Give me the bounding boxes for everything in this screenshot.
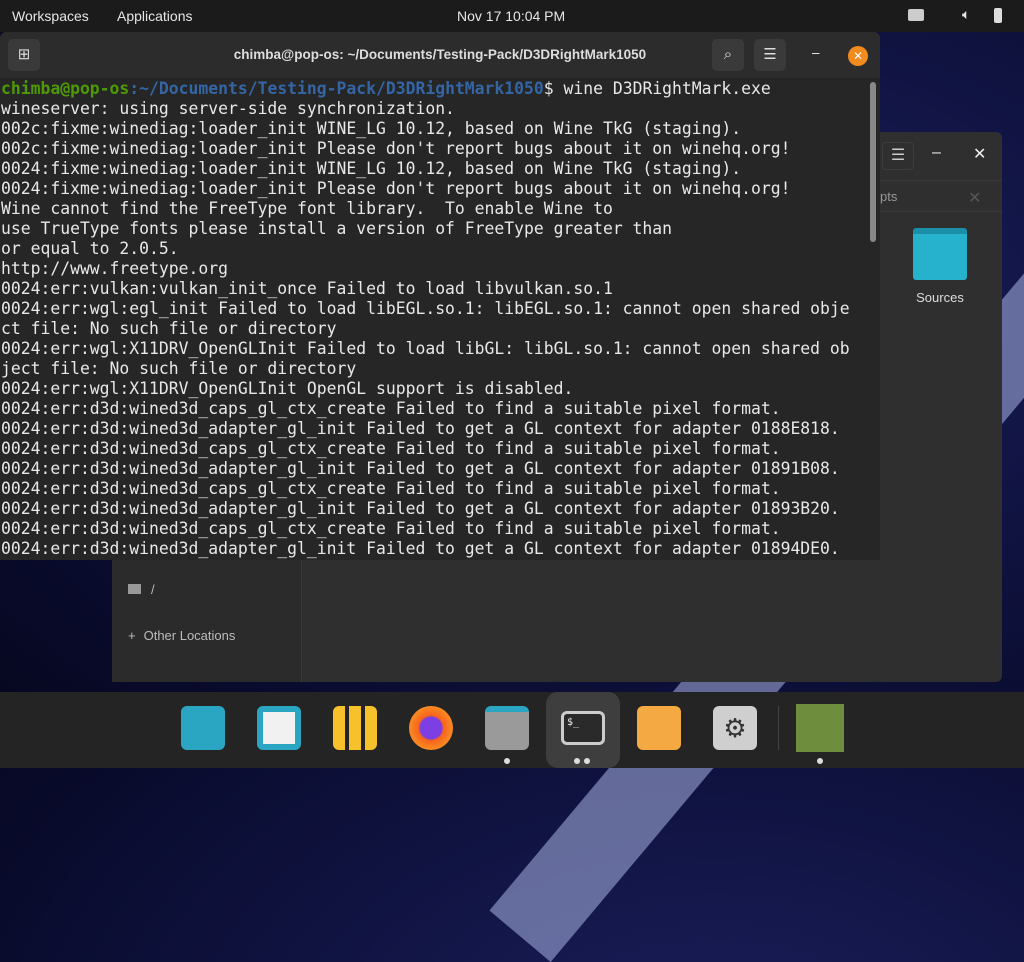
running-indicator bbox=[504, 758, 510, 764]
close-button[interactable]: ✕ bbox=[848, 46, 868, 66]
battery-icon[interactable] bbox=[994, 8, 1002, 23]
output-line: 0024:err:vulkan:vulkan_init_once Failed … bbox=[1, 279, 613, 298]
output-line: 0024:err:d3d:wined3d_caps_gl_ctx_create … bbox=[1, 439, 781, 458]
output-line: ject file: No such file or directory bbox=[1, 359, 357, 378]
output-line: 0024:err:d3d:wined3d_adapter_gl_init Fai… bbox=[1, 539, 840, 558]
dock-files-icon[interactable] bbox=[485, 706, 529, 750]
top-bar: Workspaces Applications Nov 17 10:04 PM … bbox=[0, 0, 1024, 32]
files-menu-button[interactable]: ☰ bbox=[882, 142, 914, 170]
output-line: use TrueType fonts please install a vers… bbox=[1, 219, 673, 238]
sidebar-item-root[interactable]: / bbox=[128, 582, 155, 597]
folder-icon bbox=[913, 228, 967, 280]
search-button[interactable]: ⌕ bbox=[712, 39, 744, 71]
dock-app-library-icon[interactable] bbox=[333, 706, 377, 750]
scrollbar[interactable] bbox=[870, 82, 876, 242]
terminal-output[interactable]: chimba@pop-os:~/Documents/Testing-Pack/D… bbox=[0, 78, 880, 559]
applications-button[interactable]: Applications bbox=[117, 8, 193, 24]
minimize-button[interactable]: – bbox=[812, 45, 820, 60]
prompt-path: :~/Documents/Testing-Pack/D3DRightMark10… bbox=[129, 79, 544, 98]
prompt-user: chimba@pop-os bbox=[1, 79, 130, 98]
output-line: or equal to 2.0.5. bbox=[1, 239, 179, 258]
terminal-titlebar: ⊞ chimba@pop-os: ~/Documents/Testing-Pac… bbox=[0, 32, 880, 78]
files-minimize-button[interactable]: – bbox=[932, 144, 941, 162]
workspaces-button[interactable]: Workspaces bbox=[12, 8, 89, 24]
running-indicator bbox=[574, 758, 580, 764]
display-icon[interactable] bbox=[908, 9, 924, 21]
folder-sources[interactable]: Sources bbox=[910, 228, 970, 305]
output-line: wineserver: using server-side synchroniz… bbox=[1, 99, 455, 118]
output-line: 0024:err:d3d:wined3d_caps_gl_ctx_create … bbox=[1, 519, 781, 538]
volume-icon[interactable]: 🔈︎ bbox=[962, 6, 970, 23]
dock-terminal-icon[interactable]: $_ bbox=[561, 711, 605, 745]
running-indicator bbox=[584, 758, 590, 764]
output-line: 002c:fixme:winediag:loader_init Please d… bbox=[1, 139, 791, 158]
output-line: 0024:fixme:winediag:loader_init Please d… bbox=[1, 179, 791, 198]
output-line: 0024:err:d3d:wined3d_caps_gl_ctx_create … bbox=[1, 479, 781, 498]
dock-search-icon[interactable] bbox=[181, 706, 225, 750]
output-line: 0024:err:d3d:wined3d_caps_gl_ctx_create … bbox=[1, 399, 781, 418]
dock-separator bbox=[778, 706, 779, 750]
dock-tiling-icon[interactable] bbox=[257, 706, 301, 750]
running-indicator bbox=[817, 758, 823, 764]
dock-firefox-icon[interactable] bbox=[409, 706, 453, 750]
tab-close-icon[interactable]: ✕ bbox=[968, 188, 981, 208]
output-line: ct file: No such file or directory bbox=[1, 319, 337, 338]
output-line: 0024:err:wgl:X11DRV_OpenGLInit OpenGL su… bbox=[1, 379, 574, 398]
dock-system-monitor-icon[interactable] bbox=[796, 704, 844, 752]
output-line: 0024:err:d3d:wined3d_adapter_gl_init Fai… bbox=[1, 459, 840, 478]
dock: $_ ⚙ bbox=[0, 692, 1024, 768]
command: $ wine D3DRightMark.exe bbox=[543, 79, 771, 98]
output-line: http://www.freetype.org bbox=[1, 259, 228, 278]
files-close-button[interactable]: ✕ bbox=[973, 144, 986, 164]
output-line: 002c:fixme:winediag:loader_init WINE_LG … bbox=[1, 119, 742, 138]
dock-launcher-icon[interactable] bbox=[637, 706, 681, 750]
output-line: 0024:err:wgl:egl_init Failed to load lib… bbox=[1, 299, 850, 318]
output-line: 0024:fixme:winediag:loader_init WINE_LG … bbox=[1, 159, 742, 178]
folder-icon bbox=[128, 584, 141, 594]
output-line: Wine cannot find the FreeType font libra… bbox=[1, 199, 613, 218]
dock-settings-icon[interactable]: ⚙ bbox=[713, 706, 757, 750]
sidebar-item-other-locations[interactable]: + Other Locations bbox=[128, 628, 235, 643]
output-line: 0024:err:d3d:wined3d_adapter_gl_init Fai… bbox=[1, 419, 840, 438]
clock[interactable]: Nov 17 10:04 PM bbox=[457, 8, 565, 24]
files-tab-label[interactable]: pts bbox=[880, 189, 897, 204]
menu-button[interactable]: ☰ bbox=[754, 39, 786, 71]
window-title: chimba@pop-os: ~/Documents/Testing-Pack/… bbox=[233, 47, 647, 62]
output-line: 0024:err:wgl:X11DRV_OpenGLInit Failed to… bbox=[1, 339, 850, 358]
output-line: 0024:err:d3d:wined3d_adapter_gl_init Fai… bbox=[1, 499, 840, 518]
terminal-window: ⊞ chimba@pop-os: ~/Documents/Testing-Pac… bbox=[0, 32, 880, 560]
plus-icon: + bbox=[128, 628, 136, 643]
